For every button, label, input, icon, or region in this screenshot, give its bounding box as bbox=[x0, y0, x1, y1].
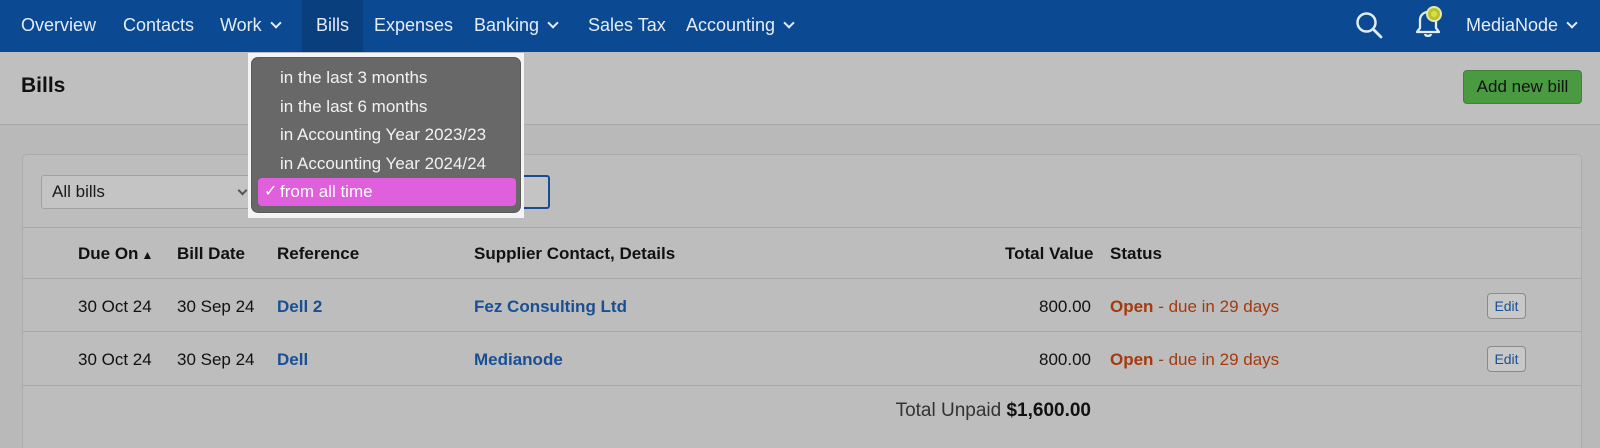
row-divider bbox=[22, 385, 1582, 386]
supplier-link[interactable]: Medianode bbox=[474, 350, 563, 370]
bell-icon[interactable] bbox=[1410, 4, 1446, 40]
total-unpaid-value: $1,600.00 bbox=[1006, 400, 1091, 421]
checkmark-icon: ✓ bbox=[264, 183, 278, 200]
nav-work[interactable]: Work bbox=[220, 0, 282, 52]
menu-item-all-time-label: from all time bbox=[280, 182, 373, 201]
column-header-bill-date[interactable]: Bill Date bbox=[177, 244, 245, 264]
bill-type-value: All bills bbox=[52, 182, 105, 201]
status-detail: - due in 29 days bbox=[1158, 297, 1280, 316]
nav-accounting-label: Accounting bbox=[686, 15, 776, 35]
column-header-due-on[interactable]: Due On ▲ bbox=[78, 244, 153, 264]
status-detail: - due in 29 days bbox=[1158, 350, 1280, 369]
row-divider bbox=[22, 278, 1582, 279]
nav-banking-label: Banking bbox=[474, 15, 540, 35]
status-cell: Open - due in 29 days bbox=[1110, 350, 1279, 370]
menu-item-last-3-months[interactable]: in the last 3 months bbox=[280, 68, 427, 88]
menu-item-accounting-year-2024[interactable]: in Accounting Year 2024/24 bbox=[280, 154, 486, 174]
chevron-down-icon bbox=[1566, 17, 1578, 29]
menu-item-all-time[interactable]: ✓ from all time bbox=[258, 178, 516, 206]
search-icon[interactable] bbox=[1354, 10, 1384, 40]
edit-button[interactable]: Edit bbox=[1487, 293, 1526, 319]
nav-expenses[interactable]: Expenses bbox=[374, 0, 453, 52]
status-open: Open bbox=[1110, 297, 1154, 316]
column-header-reference[interactable]: Reference bbox=[277, 244, 359, 264]
page-title: Bills bbox=[21, 74, 66, 97]
account-name: MediaNode bbox=[1466, 15, 1559, 35]
chevron-down-icon bbox=[237, 185, 248, 196]
status-cell: Open - due in 29 days bbox=[1110, 297, 1279, 317]
chevron-down-icon bbox=[547, 17, 559, 29]
reference-link[interactable]: Dell 2 bbox=[277, 297, 322, 317]
nav-bills[interactable]: Bills bbox=[302, 0, 364, 52]
top-nav: Overview Contacts Work Bills Expenses Ba… bbox=[0, 0, 1600, 52]
page-header: Bills Add new bill bbox=[0, 52, 1600, 125]
chevron-down-icon bbox=[783, 17, 795, 29]
total-unpaid: Total Unpaid $1,600.00 bbox=[896, 400, 1091, 422]
row-divider bbox=[22, 331, 1582, 332]
nav-overview[interactable]: Overview bbox=[21, 0, 96, 52]
status-open: Open bbox=[1110, 350, 1154, 369]
bill-date-cell: 30 Sep 24 bbox=[177, 350, 255, 369]
menu-item-last-6-months[interactable]: in the last 6 months bbox=[280, 97, 427, 117]
bill-type-select[interactable]: All bills bbox=[41, 175, 257, 209]
total-value-cell: 800.00 bbox=[1039, 297, 1091, 316]
due-on-cell: 30 Oct 24 bbox=[78, 297, 152, 316]
column-header-total-value[interactable]: Total Value bbox=[1005, 244, 1094, 264]
column-header-status[interactable]: Status bbox=[1110, 244, 1162, 264]
total-value-cell: 800.00 bbox=[1039, 350, 1091, 369]
nav-accounting[interactable]: Accounting bbox=[686, 0, 795, 52]
period-dropdown-menu: in the last 3 months in the last 6 month… bbox=[251, 57, 521, 213]
account-menu[interactable]: MediaNode bbox=[1466, 0, 1578, 52]
nav-contacts[interactable]: Contacts bbox=[123, 0, 194, 52]
nav-banking[interactable]: Banking bbox=[474, 0, 559, 52]
add-new-bill-button[interactable]: Add new bill bbox=[1463, 70, 1582, 104]
total-unpaid-label: Total Unpaid bbox=[895, 400, 1002, 421]
supplier-link[interactable]: Fez Consulting Ltd bbox=[474, 297, 627, 317]
due-on-cell: 30 Oct 24 bbox=[78, 350, 152, 369]
reference-link[interactable]: Dell bbox=[277, 350, 308, 370]
bill-date-cell: 30 Sep 24 bbox=[177, 297, 255, 316]
nav-work-label: Work bbox=[220, 15, 262, 35]
edit-button[interactable]: Edit bbox=[1487, 346, 1526, 372]
sort-ascending-icon: ▲ bbox=[141, 248, 154, 262]
column-header-supplier[interactable]: Supplier Contact, Details bbox=[474, 244, 675, 264]
chevron-down-icon bbox=[270, 17, 282, 29]
nav-sales-tax[interactable]: Sales Tax bbox=[588, 0, 666, 52]
column-header-due-on-label: Due On bbox=[78, 244, 139, 263]
menu-item-accounting-year-2023[interactable]: in Accounting Year 2023/23 bbox=[280, 125, 486, 145]
